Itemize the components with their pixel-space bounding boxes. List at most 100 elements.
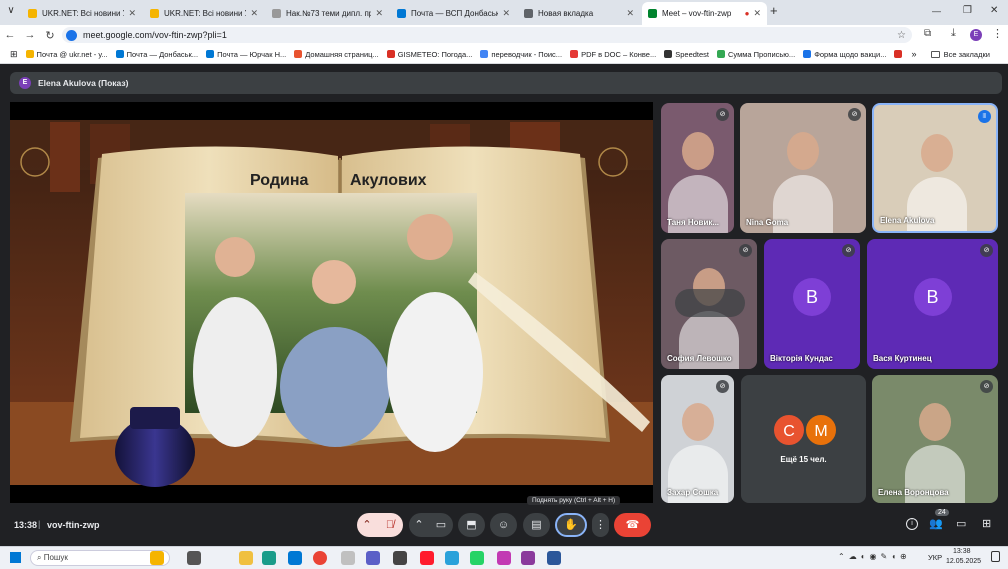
bookmarks-overflow-button[interactable]: » (912, 49, 917, 59)
clock-time[interactable]: 13:38 (953, 548, 971, 555)
participant-tile[interactable]: Елена Воронцова ⊘ (872, 375, 998, 503)
bookmark-item[interactable]: Speedtest (664, 50, 709, 59)
participant-tile[interactable]: Захар Сошка ⊘ (661, 375, 734, 503)
taskbar-search-box[interactable]: ⌕ Пошук (30, 550, 170, 566)
task-view-icon[interactable] (187, 551, 201, 565)
forward-icon[interactable]: → (20, 29, 40, 41)
clock-date[interactable]: 12.05.2025 (946, 558, 981, 565)
more-options-button[interactable]: ⋮ (592, 513, 609, 537)
raise-hand-button[interactable]: ✋ (555, 513, 587, 537)
participant-tile[interactable]: Nina Goma ⊘ (740, 103, 866, 233)
bookmark-favicon-icon (717, 50, 726, 58)
bookmark-item[interactable]: Сумма Прописью... (717, 50, 795, 59)
bookmark-item[interactable]: Почта — Донбаськ... (115, 50, 198, 59)
bookmark-label: Почта — Юрчак Н... (217, 49, 287, 59)
minimize-button[interactable]: — (932, 6, 941, 16)
participant-tile[interactable]: В Вася Куртинец ⊘ (867, 239, 998, 369)
tab-title: Почта — ВСП Донбаський агр (411, 8, 499, 18)
tab-close-icon[interactable]: ✕ (128, 8, 136, 19)
meeting-controls-bar: 13:38 | vov-ftin-zwp Поднять руку (Ctrl … (0, 496, 1008, 541)
mic-off-button[interactable]: 🎙̸ (377, 513, 403, 537)
site-info-icon[interactable] (66, 29, 77, 41)
mic-off-icon: 🎙̸ (385, 519, 395, 531)
participant-tile[interactable]: Таня Новик... ⊘ (661, 103, 734, 233)
bookmark-item[interactable]: PDF в DOC – Конве... (570, 50, 656, 59)
chat-icon[interactable]: ▭ (956, 517, 966, 530)
maximize-button[interactable]: ❐ (963, 5, 972, 16)
activities-icon[interactable]: ⊞ (982, 517, 991, 530)
file-explorer-icon[interactable] (239, 551, 253, 565)
participant-avatar: В (913, 278, 952, 316)
bookmark-item[interactable]: Форма щодо вакци... (803, 50, 886, 59)
browser-tab[interactable]: Meet – vov-ftin-zwp ● ✕ (642, 2, 767, 25)
bookmark-item[interactable]: Почта @ ukr.net - у... (25, 50, 108, 59)
people-icon[interactable]: 👥 (929, 517, 943, 530)
paint-icon[interactable] (341, 551, 355, 565)
outlook-icon[interactable] (288, 551, 302, 565)
end-call-button[interactable]: ☎ (614, 513, 651, 537)
chrome-icon[interactable] (313, 551, 327, 565)
whatsapp-icon[interactable] (470, 551, 484, 565)
windows-start-icon[interactable] (10, 552, 21, 563)
teams-icon[interactable] (366, 551, 380, 565)
audio-options-button[interactable]: ⌃ (357, 513, 377, 537)
book-title-word-2: Акулових (350, 172, 427, 189)
calculator-icon[interactable] (393, 551, 407, 565)
participant-name: Elena Akulova (880, 216, 935, 225)
participant-video (787, 131, 819, 170)
participant-tile[interactable]: Elena Akulova ||| (872, 103, 998, 233)
tile-hover-controls[interactable] (675, 289, 745, 317)
browser-tab[interactable]: Почта — ВСП Донбаський агр✕ (391, 3, 516, 23)
captions-button[interactable]: ▤ (523, 513, 550, 537)
browser-tab[interactable]: UKR.NET: Всі новини України, ✕ (144, 3, 264, 23)
bookmark-item[interactable]: Почта — Юрчак Н... (206, 50, 286, 59)
apps-grid-icon[interactable]: ⊞ (10, 49, 18, 60)
new-tab-button[interactable]: + (770, 3, 778, 18)
reload-icon[interactable]: ↻ (40, 29, 60, 42)
tab-search-button[interactable]: ∨ (4, 5, 18, 19)
browser-menu-icon[interactable]: ⋮ (992, 27, 1003, 40)
photos-icon[interactable] (497, 551, 511, 565)
notifications-icon[interactable] (991, 551, 1000, 562)
mic-muted-icon: ⊘ (980, 380, 993, 393)
extensions-icon[interactable]: ⧉ (924, 28, 931, 39)
winrar-icon[interactable] (521, 551, 535, 565)
browser-tab[interactable]: Нак.№73 теми дипл. проектів✕ (266, 3, 389, 23)
tab-close-icon[interactable]: ✕ (250, 8, 258, 19)
tab-close-icon[interactable]: ✕ (375, 8, 383, 19)
bookmark-item[interactable]: Яндекс (894, 50, 906, 59)
edge-icon[interactable] (262, 551, 276, 565)
emoji-reactions-button[interactable]: ☺ (490, 513, 517, 537)
widgets-icon[interactable] (150, 551, 164, 565)
tab-close-icon[interactable]: ✕ (502, 8, 510, 19)
url-omnibox[interactable]: meet.google.com/vov-ftin-zwp?pli=1 ☆ (62, 27, 912, 43)
more-participants-tile[interactable]: С М Ещё 15 чел. (741, 375, 866, 503)
tray-icons[interactable]: ⌃☁◐◉✎◖⊕ (838, 552, 911, 561)
word-icon[interactable] (547, 551, 561, 565)
all-bookmarks-folder[interactable]: Все закладки (930, 50, 990, 59)
participant-tile[interactable]: В Вікторія Кундас ⊘ (764, 239, 860, 369)
camera-button[interactable]: ▭ (429, 513, 453, 537)
browser-tab[interactable]: UKR.NET: Всі новини України, ✕ (22, 3, 142, 23)
tab-close-icon[interactable]: ✕ (626, 8, 634, 19)
close-window-button[interactable]: ✕ (990, 5, 998, 16)
tab-close-icon[interactable]: ✕ (753, 8, 761, 19)
keyboard-language[interactable]: УКР (928, 553, 942, 562)
phone-hangup-icon: ☎ (625, 519, 640, 531)
emoji-icon: ☺ (497, 519, 510, 531)
present-button[interactable]: ⬒ (458, 513, 485, 537)
bookmark-favicon-icon (386, 50, 395, 58)
bookmark-item[interactable]: GISMETEO: Погода... (386, 50, 472, 59)
profile-avatar[interactable]: E (970, 29, 982, 41)
browser-tab[interactable]: Новая вкладка ✕ (518, 3, 640, 23)
downloads-icon[interactable]: ⤓ (951, 27, 956, 40)
bookmark-item[interactable]: переводчик - Поис... (480, 50, 562, 59)
participant-tile[interactable]: София Левошко ⊘ (661, 239, 757, 369)
bookmark-item[interactable]: Домашняя страниц... (294, 50, 379, 59)
meeting-info-icon[interactable]: i (906, 518, 918, 530)
video-options-button[interactable]: ⌃ (409, 513, 429, 537)
bookmark-star-icon[interactable]: ☆ (897, 30, 906, 41)
back-icon[interactable]: ← (0, 29, 20, 41)
opera-icon[interactable] (420, 551, 434, 565)
telegram-icon[interactable] (445, 551, 459, 565)
